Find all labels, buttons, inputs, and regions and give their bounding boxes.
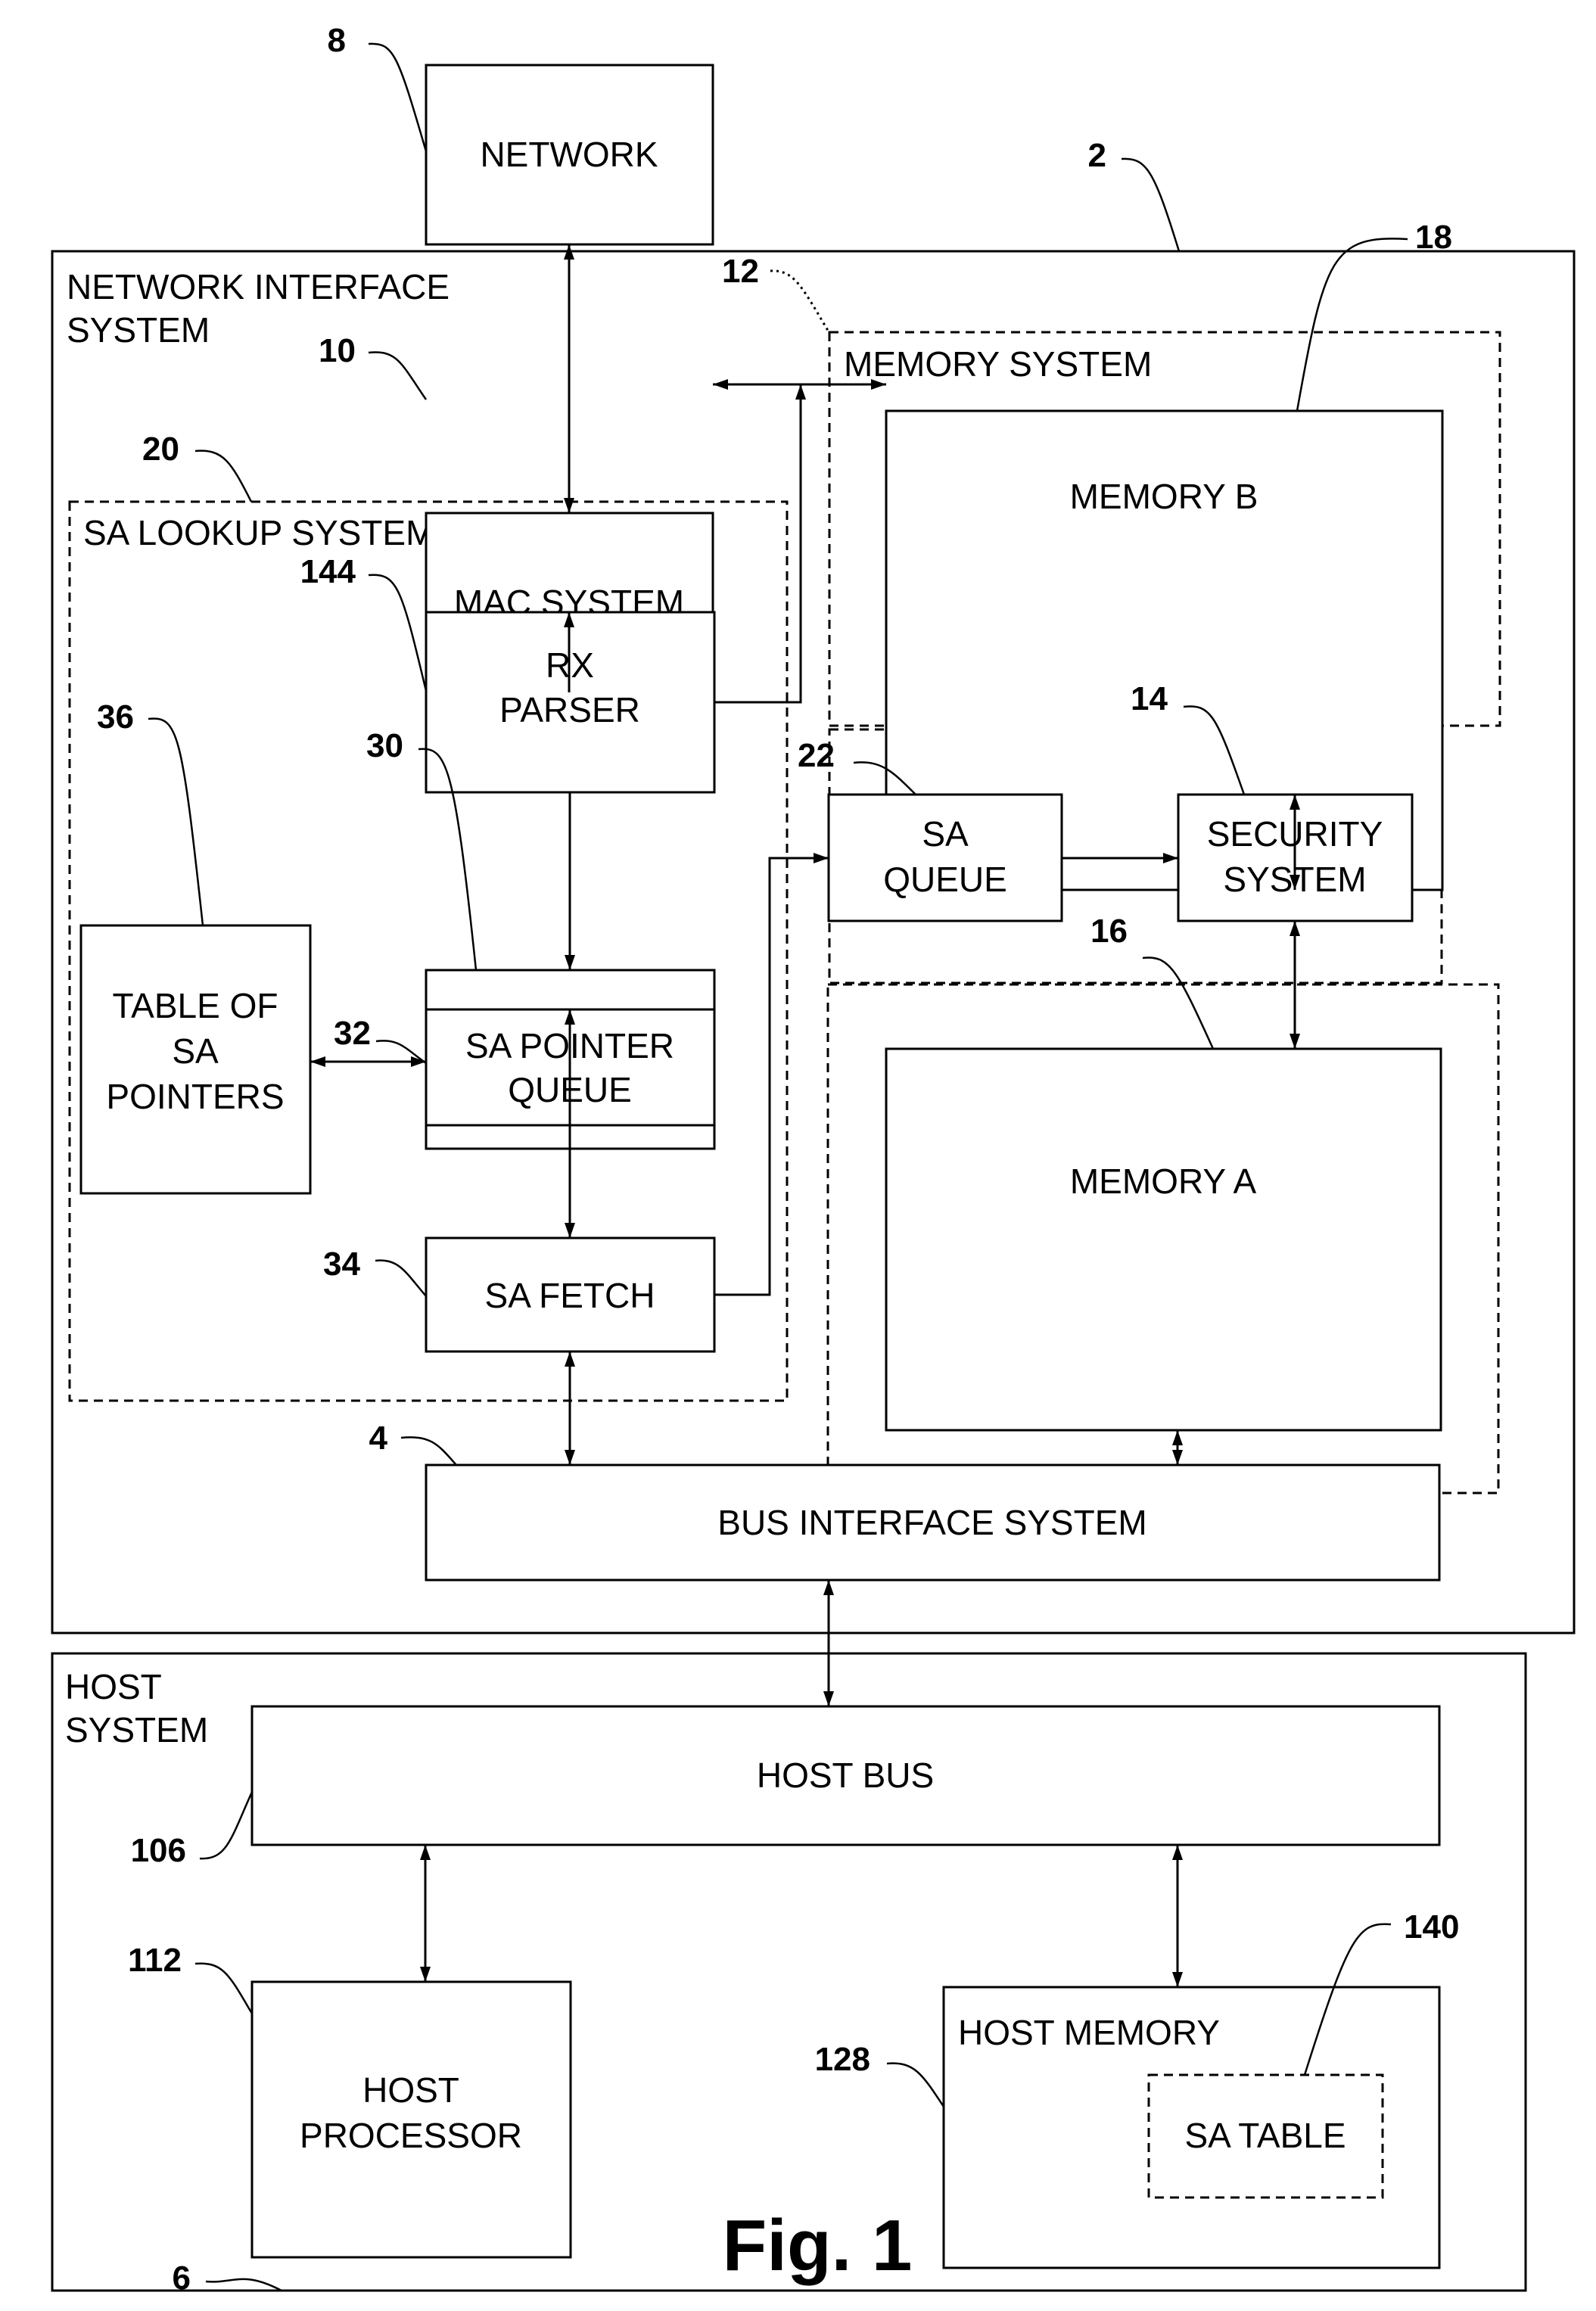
sa-fetch-block: SA FETCH xyxy=(425,1236,716,1353)
ref-memory-b: 18 xyxy=(1415,219,1452,256)
ref-host-memory: 128 xyxy=(815,2041,870,2078)
rx-parser-label-2: PARSER xyxy=(499,690,640,729)
table-label-1: TABLE OF xyxy=(113,986,278,1025)
host-processor-label-1: HOST xyxy=(362,2070,459,2110)
host-bus-block: HOST BUS xyxy=(250,1705,1441,1846)
bus-interface-system-block: BUS INTERFACE SYSTEM xyxy=(425,1463,1441,1582)
ref-memory-a: 16 xyxy=(1090,913,1128,950)
ref-sa-queue: 22 xyxy=(798,737,835,774)
ref-network: 8 xyxy=(328,22,346,59)
table-label-2: SA xyxy=(172,1031,219,1071)
network-block: NETWORK xyxy=(425,64,714,246)
host-memory-label: HOST MEMORY xyxy=(958,2013,1220,2052)
ref-sa-table: 140 xyxy=(1404,1908,1459,1946)
table-label-3: POINTERS xyxy=(106,1077,284,1116)
ref-sa-pointer-queue: 32 xyxy=(334,1015,371,1052)
host-bus-label: HOST BUS xyxy=(757,1756,934,1795)
sa-queue-block: SA QUEUE xyxy=(827,793,1063,922)
host-system-label-2: SYSTEM xyxy=(65,1710,208,1750)
sa-queue-label-1: SA xyxy=(922,814,969,854)
bus-interface-system-label: BUS INTERFACE SYSTEM xyxy=(717,1503,1146,1542)
ref-sa-fetch: 34 xyxy=(323,1246,360,1283)
memory-system-label: MEMORY SYSTEM xyxy=(844,344,1152,384)
ref-network-interface-system: 2 xyxy=(1088,137,1106,174)
ref-sa-lookup-system: 20 xyxy=(142,431,179,468)
leader-network-interface-system xyxy=(1121,157,1181,252)
figure-caption: Fig. 1 xyxy=(723,2205,913,2286)
ref-rx-parser: 144 xyxy=(300,553,356,590)
block-diagram: NETWORK INTERFACE SYSTEM SA LOOKUP SYSTE… xyxy=(51,22,1576,2297)
leader-network xyxy=(368,42,428,152)
host-processor-block: HOST PROCESSOR xyxy=(250,1980,572,2259)
sa-lookup-system-label: SA LOOKUP SYSTEM xyxy=(83,513,434,552)
network-label: NETWORK xyxy=(480,135,658,174)
memory-b-label: MEMORY B xyxy=(1070,477,1258,516)
sa-queue-label-2: QUEUE xyxy=(883,860,1007,899)
memory-a-label: MEMORY A xyxy=(1070,1162,1257,1201)
ref-host-bus: 106 xyxy=(131,1832,186,1869)
memory-a-block: MEMORY A xyxy=(885,1047,1442,1432)
ref-memory-system: 12 xyxy=(722,253,759,290)
host-system-label-1: HOST xyxy=(65,1667,162,1706)
host-processor-label-2: PROCESSOR xyxy=(300,2116,522,2155)
ref-sa-pointer-lookup: 30 xyxy=(366,727,403,764)
sa-fetch-label: SA FETCH xyxy=(485,1276,655,1315)
sa-table-label: SA TABLE xyxy=(1184,2116,1346,2155)
table-of-sa-pointers-block: TABLE OF SA POINTERS xyxy=(79,924,312,1195)
ref-host-processor: 112 xyxy=(128,1942,182,1979)
ref-security-system: 14 xyxy=(1131,680,1168,717)
network-interface-system-label-2: SYSTEM xyxy=(67,310,210,350)
ref-host-system: 6 xyxy=(173,2260,191,2297)
ref-table-of-sa-pointers: 36 xyxy=(97,698,134,736)
ref-mac-system: 10 xyxy=(319,332,356,369)
network-interface-system-label-1: NETWORK INTERFACE xyxy=(67,267,450,306)
ref-bus-interface-system: 4 xyxy=(369,1420,388,1457)
